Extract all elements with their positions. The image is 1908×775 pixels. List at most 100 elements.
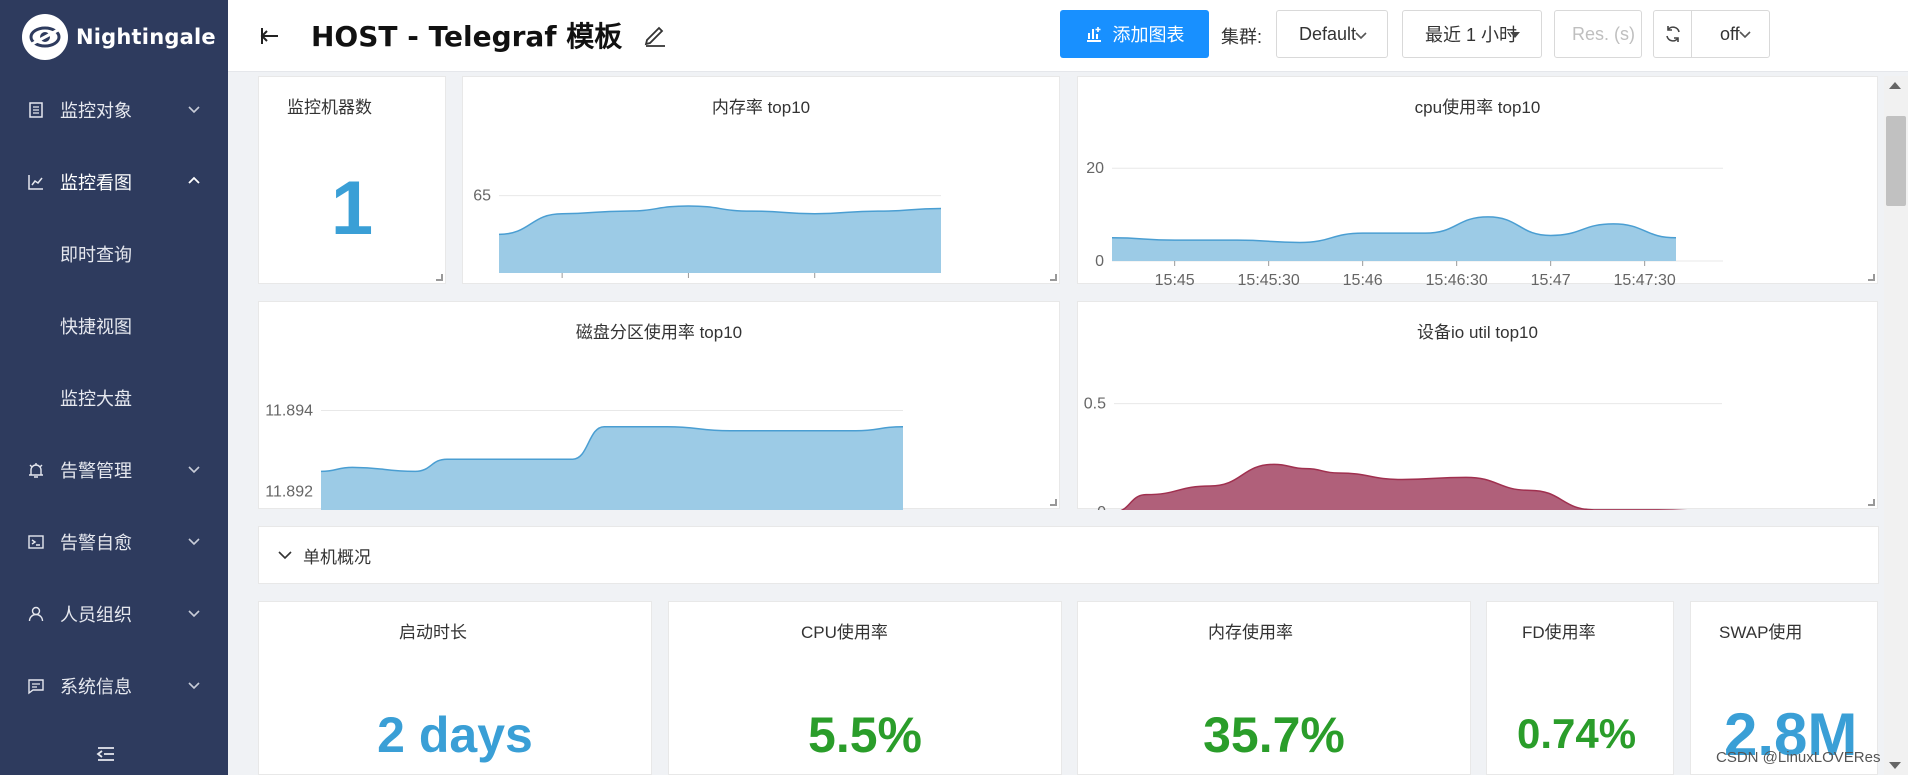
x-tick-label: 15:46 <box>1343 272 1383 285</box>
add-chart-label: 添加图表 <box>1112 25 1185 45</box>
menu-collapse-icon[interactable] <box>96 744 116 764</box>
y-tick-label: 0 <box>1095 253 1104 270</box>
fd-usage-value: 0.74% <box>1517 710 1637 757</box>
panel-title: 监控机器数 <box>287 98 372 117</box>
panel-title: 启动时长 <box>399 623 467 642</box>
series-area <box>1121 464 1672 510</box>
caret-down-icon <box>1507 27 1523 43</box>
bar-chart-icon <box>1085 25 1103 43</box>
time-range-value: 最近 1 小时 <box>1425 25 1518 45</box>
cpu-usage-panel: CPU使用率 5.5% <box>668 601 1062 775</box>
refresh-icon <box>1665 26 1680 42</box>
resize-handle[interactable] <box>436 274 443 281</box>
resize-handle[interactable] <box>1868 274 1875 281</box>
memory-top10-chart: 65 15:45 15:46 15:47 <box>473 188 942 285</box>
uptime-value: 2 days <box>377 707 533 763</box>
cluster-select[interactable]: Default <box>1276 10 1388 58</box>
scroll-down-icon[interactable] <box>1889 762 1901 769</box>
chevron-down-icon[interactable] <box>1737 26 1753 42</box>
resolution-placeholder: Res. (s) <box>1572 23 1635 44</box>
sidebar-nav: 监控对象监控看图即时查询快捷视图监控大盘告警管理告警自愈人员组织系统信息 <box>0 74 228 722</box>
sidebar-item-label: 监控看图 <box>60 173 132 193</box>
time-range-select[interactable]: 最近 1 小时 <box>1402 10 1542 58</box>
sidebar-item-2[interactable]: 即时查询 <box>0 218 228 290</box>
sidebar-item-label: 人员组织 <box>60 605 132 625</box>
panel-title: 内存使用率 <box>1208 623 1293 642</box>
y-tick-label: 0.5 <box>1084 396 1106 413</box>
resize-handle[interactable] <box>1050 274 1057 281</box>
user-icon <box>27 605 45 623</box>
sidebar-item-label: 告警自愈 <box>60 533 132 553</box>
section-single-host[interactable]: 单机概况 <box>258 526 1879 584</box>
back-icon[interactable] <box>258 24 282 48</box>
sidebar-item-label: 监控对象 <box>60 101 132 121</box>
refresh-control: off <box>1653 10 1770 58</box>
sidebar-item-6[interactable]: 告警自愈 <box>0 506 228 578</box>
sidebar-item-0[interactable]: 监控对象 <box>0 74 228 146</box>
chevron-down-icon <box>186 677 202 693</box>
panel-title: SWAP使用 <box>1719 623 1803 642</box>
memory-usage-value: 35.7% <box>1203 707 1345 763</box>
cpu-usage-value: 5.5% <box>808 707 922 763</box>
x-tick-label: 15:47:30 <box>1614 272 1676 285</box>
disk-top10-panel: 磁盘分区使用率 top10 11.89211.89415:4515:45:301… <box>258 301 1060 510</box>
disk-top10-chart: 11.89211.89415:4515:45:3015:4615:46:3015… <box>265 402 904 510</box>
machine-count-panel: 监控机器数 1 <box>258 76 446 284</box>
memory-top10-panel: 内存率 top10 6515:4515:4615:47 <box>462 76 1060 285</box>
edit-icon[interactable] <box>642 21 668 47</box>
fd-usage-panel: FD使用率 0.74% <box>1486 601 1674 775</box>
x-tick-label: 15:47 <box>795 284 835 285</box>
sidebar-item-label: 快捷视图 <box>60 317 132 337</box>
refresh-button[interactable] <box>1654 11 1692 57</box>
app-name: Nightingale <box>76 25 216 49</box>
sidebar-item-8[interactable]: 系统信息 <box>0 650 228 722</box>
sidebar-item-1[interactable]: 监控看图 <box>0 146 228 218</box>
chevron-down-icon <box>186 101 202 117</box>
scroll-up-icon[interactable] <box>1889 82 1901 89</box>
server-icon <box>27 101 45 119</box>
x-tick-label: 15:45 <box>542 284 582 285</box>
x-tick-label: 15:46:30 <box>1426 272 1488 285</box>
x-tick-label: 15:45:30 <box>1238 272 1300 285</box>
resolution-input[interactable]: Res. (s) <box>1554 10 1642 58</box>
resize-handle[interactable] <box>1868 499 1875 506</box>
logo[interactable]: Nightingale <box>0 0 228 74</box>
nightingale-logo-icon <box>22 14 68 60</box>
y-tick-label: 0 <box>1097 504 1106 510</box>
sidebar-item-5[interactable]: 告警管理 <box>0 434 228 506</box>
scrollbar-thumb[interactable] <box>1886 116 1906 206</box>
terminal-icon <box>27 533 45 551</box>
y-tick-label: 11.892 <box>265 484 313 501</box>
sidebar-item-label: 系统信息 <box>60 677 132 697</box>
sidebar: Nightingale 监控对象监控看图即时查询快捷视图监控大盘告警管理告警自愈… <box>0 0 228 775</box>
io-util-top10-chart: 00.515:4515:45:3015:4615:46:3015:4715:47… <box>1084 396 1722 510</box>
uptime-panel: 启动时长 2 days <box>258 601 652 775</box>
cpu-top10-chart: 0 20 15:45 15:45:30 15:46 15:46:30 15:47 15:47:… <box>1086 160 1723 285</box>
watermark: CSDN @LinuxLOVERes <box>1716 749 1881 766</box>
add-chart-button[interactable]: 添加图表 <box>1060 10 1209 58</box>
x-tick-label: 15:45 <box>1155 272 1195 285</box>
page-header: HOST - Telegraf 模板 添加图表 集群: Default 最近 1… <box>228 0 1908 72</box>
series-area <box>321 426 903 510</box>
chevron-down-icon <box>186 533 202 549</box>
series-area <box>1112 216 1676 261</box>
sidebar-item-label: 监控大盘 <box>60 389 132 409</box>
memory-usage-panel: 内存使用率 35.7% <box>1077 601 1471 775</box>
y-tick-label: 11.894 <box>265 402 313 419</box>
y-tick-label: 20 <box>1086 160 1104 177</box>
sidebar-item-4[interactable]: 监控大盘 <box>0 362 228 434</box>
chevron-down-icon <box>1353 27 1369 43</box>
resize-handle[interactable] <box>1050 499 1057 506</box>
series-area <box>499 205 941 273</box>
alarm-icon <box>27 461 45 479</box>
section-title: 单机概况 <box>303 547 371 567</box>
chevron-down-icon <box>186 605 202 621</box>
sidebar-item-label: 告警管理 <box>60 461 132 481</box>
chevron-down-icon <box>186 461 202 477</box>
x-tick-label: 15:47 <box>1531 272 1571 285</box>
sidebar-item-3[interactable]: 快捷视图 <box>0 290 228 362</box>
chevron-up-icon <box>186 173 202 189</box>
sidebar-item-7[interactable]: 人员组织 <box>0 578 228 650</box>
cpu-top10-panel: cpu使用率 top10 0 20 15:45 15:45:30 15:46 15:46:… <box>1077 76 1878 285</box>
line-chart-icon <box>27 173 45 191</box>
